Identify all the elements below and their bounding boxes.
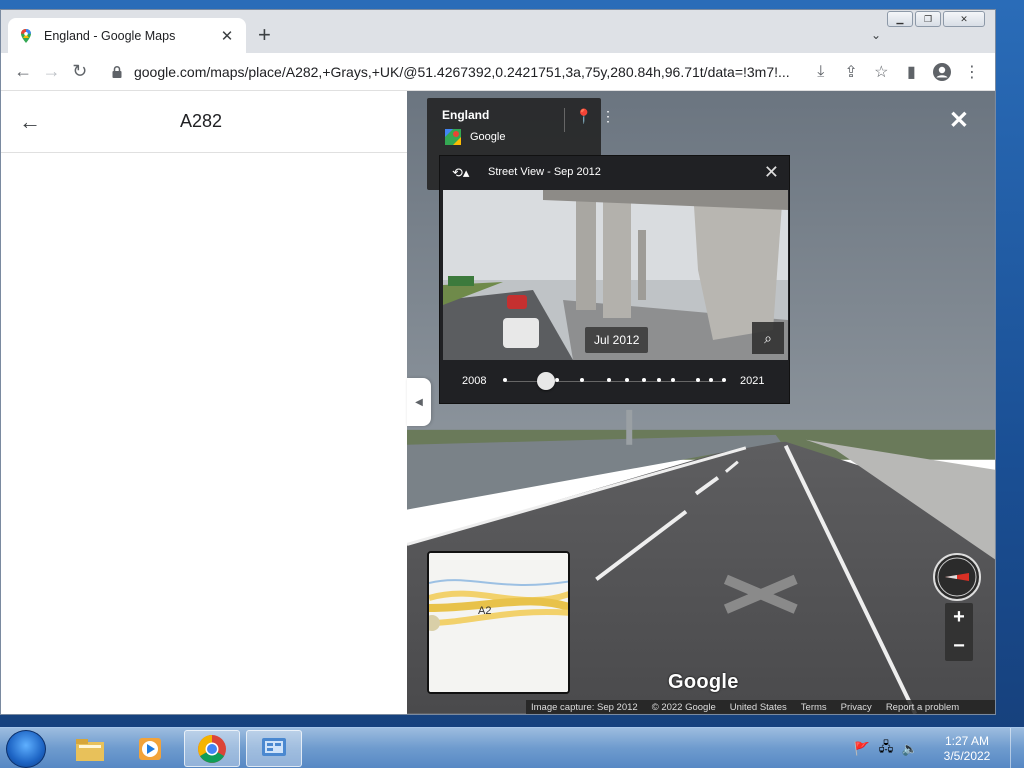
- time-travel-header: ⟲▴ Street View - Sep 2012 ✕: [440, 156, 789, 190]
- bookmark-star-icon[interactable]: ☆: [866, 57, 896, 87]
- reload-icon[interactable]: ↻: [66, 57, 94, 87]
- tab-strip: England - Google Maps ✕ + ⌄ ▁ ❐ ✕: [1, 10, 995, 53]
- browser-menu-icon[interactable]: ⋮: [957, 57, 987, 87]
- taskbar: 🚩 🖧 🔈 1:27 AM 3/5/2022: [0, 727, 1024, 768]
- slider-date-dot[interactable]: [625, 378, 629, 382]
- file-explorer-taskbar-icon[interactable]: [62, 730, 118, 767]
- minimize-button[interactable]: ▁: [887, 11, 913, 27]
- place-title: A282: [179, 111, 223, 131]
- slider-date-dot[interactable]: [696, 378, 700, 382]
- location-pin-icon[interactable]: 📍: [575, 108, 592, 125]
- slider-date-dot[interactable]: [580, 378, 584, 382]
- close-window-button[interactable]: ✕: [943, 11, 985, 27]
- side-panel: ← A282: [1, 91, 407, 714]
- system-clock[interactable]: 1:27 AM 3/5/2022: [932, 734, 1002, 764]
- provider-name: Google: [470, 131, 506, 143]
- tab-search-chevron-icon[interactable]: ⌄: [871, 28, 881, 42]
- maps-page: ← A282 England Google 📍 ⋮ ⟲▴ Street View…: [1, 91, 995, 714]
- chrome-taskbar-icon[interactable]: [184, 730, 240, 767]
- back-arrow-icon[interactable]: ←: [9, 57, 37, 87]
- url-text: google.com/maps/place/A282,+Grays,+UK/@5…: [133, 63, 790, 80]
- slider-date-dot[interactable]: [503, 378, 507, 382]
- region-link[interactable]: United States: [730, 702, 787, 713]
- copyright-text: © 2022 Google: [651, 701, 716, 713]
- street-view[interactable]: England Google 📍 ⋮ ⟲▴ Street View - Sep …: [407, 91, 995, 714]
- profile-avatar-icon[interactable]: [927, 57, 957, 87]
- zoom-out-button[interactable]: −: [945, 632, 973, 661]
- tab-close-icon[interactable]: ✕: [218, 27, 236, 45]
- selected-date-badge: Jul 2012: [585, 327, 649, 353]
- slider-thumb[interactable]: [537, 372, 555, 390]
- zoom-in-button[interactable]: +: [945, 603, 973, 632]
- history-icon[interactable]: ⟲▴: [452, 165, 469, 181]
- divider: [564, 108, 565, 132]
- image-capture-date: Image capture: Sep 2012: [531, 701, 638, 713]
- install-app-icon[interactable]: ⤓: [806, 57, 836, 87]
- slider-date-dot[interactable]: [671, 378, 675, 382]
- browser-window: England - Google Maps ✕ + ⌄ ▁ ❐ ✕ ← → ↻ …: [0, 9, 996, 715]
- location-name: England: [442, 108, 490, 122]
- minimap-road-label: A2: [478, 605, 492, 617]
- tab-google-maps[interactable]: England - Google Maps ✕: [8, 18, 246, 53]
- new-tab-button[interactable]: +: [258, 24, 271, 46]
- volume-icon[interactable]: 🔈: [900, 739, 920, 759]
- slider-start-year: 2008: [462, 375, 487, 387]
- street-view-date-label: Street View - Sep 2012: [488, 166, 601, 178]
- slider-date-dot[interactable]: [709, 378, 713, 382]
- google-watermark: Google: [668, 671, 739, 693]
- privacy-link[interactable]: Privacy: [841, 702, 872, 713]
- zoom-controls: + −: [945, 603, 973, 661]
- slider-date-dot[interactable]: [607, 378, 611, 382]
- action-center-flag-icon[interactable]: 🚩: [852, 739, 872, 759]
- slider-date-dot[interactable]: [555, 378, 559, 382]
- forward-arrow-icon[interactable]: →: [37, 57, 65, 87]
- mini-map[interactable]: A2: [427, 551, 570, 694]
- close-time-travel-icon[interactable]: ✕: [764, 162, 779, 183]
- clock-date: 3/5/2022: [943, 748, 991, 763]
- browser-toolbar: ← → ↻ google.com/maps/place/A282,+Grays,…: [1, 53, 995, 91]
- slider-date-dot[interactable]: [642, 378, 646, 382]
- restore-button[interactable]: ❐: [915, 11, 941, 27]
- slider-end-year: 2021: [740, 375, 765, 387]
- back-arrow-icon[interactable]: ←: [19, 109, 41, 135]
- media-player-taskbar-icon[interactable]: [122, 730, 178, 767]
- report-problem-link[interactable]: Report a problem: [886, 702, 959, 713]
- clock-time: 1:27 AM: [944, 733, 990, 748]
- network-icon[interactable]: 🖧: [876, 739, 896, 759]
- system-tray: 🚩 🖧 🔈 1:27 AM 3/5/2022: [852, 728, 1024, 768]
- lock-icon: [112, 65, 122, 78]
- address-bar[interactable]: google.com/maps/place/A282,+Grays,+UK/@5…: [99, 56, 800, 87]
- slider-date-dot[interactable]: [657, 378, 661, 382]
- terms-link[interactable]: Terms: [801, 702, 827, 713]
- map-footer: Image capture: Sep 2012 © 2022 Google Un…: [526, 700, 995, 714]
- magnifier-icon[interactable]: ⌕: [752, 322, 784, 354]
- start-button[interactable]: [6, 730, 46, 768]
- date-slider[interactable]: 2008 2021: [440, 366, 789, 396]
- side-panel-header: ← A282: [1, 91, 407, 153]
- close-street-view-icon[interactable]: ✕: [949, 109, 969, 133]
- control-panel-taskbar-icon[interactable]: [246, 730, 302, 767]
- slider-date-dot[interactable]: [722, 378, 726, 382]
- tab-title: England - Google Maps: [44, 28, 176, 43]
- compass-icon[interactable]: [933, 553, 981, 601]
- side-panel-icon[interactable]: ▮: [896, 57, 926, 87]
- window-controls: ▁ ❐ ✕: [887, 11, 985, 27]
- more-options-icon[interactable]: ⋮: [601, 108, 615, 125]
- google-maps-pin-icon: [21, 28, 31, 43]
- share-icon[interactable]: ⇪: [836, 57, 866, 87]
- google-maps-logo-icon: [445, 129, 461, 145]
- show-desktop-button[interactable]: [1010, 728, 1024, 768]
- time-travel-panel: ⟲▴ Street View - Sep 2012 ✕ Jul 2012 ⌕ 2…: [439, 155, 790, 404]
- collapse-panel-button[interactable]: ◀: [407, 378, 431, 426]
- historical-preview-image[interactable]: Jul 2012 ⌕: [443, 190, 788, 360]
